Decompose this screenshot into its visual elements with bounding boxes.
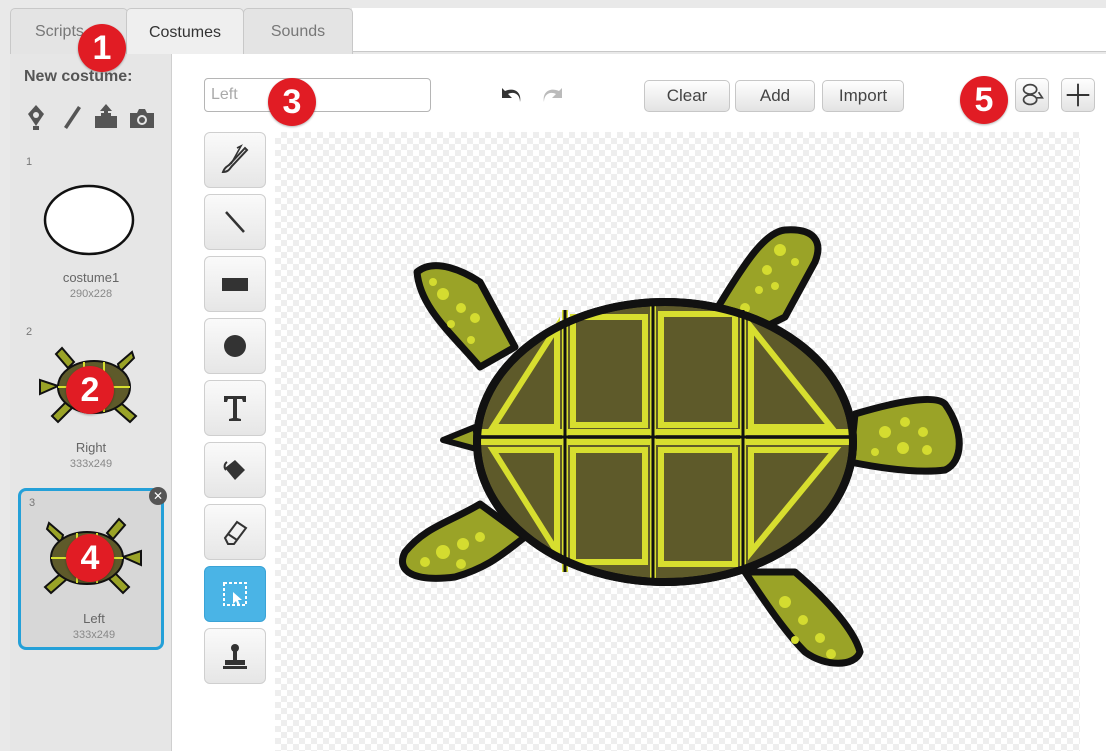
stamp-icon bbox=[223, 644, 247, 669]
callout-marker: 4 bbox=[66, 534, 114, 582]
costume-name: Right bbox=[75, 440, 107, 455]
costume-name: Left bbox=[83, 611, 105, 626]
set-center-icon bbox=[1022, 83, 1044, 106]
camera-icon[interactable] bbox=[128, 102, 156, 132]
ellipse-icon bbox=[224, 335, 246, 357]
clear-button[interactable]: Clear bbox=[644, 80, 730, 112]
redo-button[interactable] bbox=[536, 80, 572, 112]
eraser-icon bbox=[223, 520, 248, 545]
crosshair-button[interactable] bbox=[1061, 78, 1095, 112]
fill-icon bbox=[223, 460, 245, 480]
drawing-canvas[interactable] bbox=[275, 132, 1080, 751]
callout-marker: 5 bbox=[960, 76, 1008, 124]
rectangle-icon bbox=[222, 278, 248, 291]
text-icon bbox=[224, 396, 246, 421]
paint-new-icon[interactable] bbox=[58, 102, 86, 132]
costume-item[interactable]: 1 costume1 290x228 bbox=[18, 150, 164, 308]
costume-number: 1 bbox=[26, 156, 33, 168]
callout-marker: 1 bbox=[78, 24, 126, 72]
scratch-costume-editor: Scripts Sounds Costumes New costume: 1 c… bbox=[0, 0, 1106, 751]
stamp-tool[interactable] bbox=[204, 628, 266, 684]
select-icon bbox=[223, 582, 247, 606]
text-tool[interactable] bbox=[204, 380, 266, 436]
paint-editor: Clear Add Import bbox=[172, 54, 1106, 751]
undo-button[interactable] bbox=[492, 80, 528, 112]
redo-icon bbox=[543, 88, 562, 102]
callout-marker: 2 bbox=[66, 366, 114, 414]
costume-size: 333x249 bbox=[72, 629, 116, 641]
tab-bar: Scripts Sounds Costumes bbox=[0, 0, 1106, 56]
import-button[interactable]: Import bbox=[822, 80, 904, 112]
line-icon bbox=[225, 211, 245, 233]
eraser-tool[interactable] bbox=[204, 504, 266, 560]
delete-costume-icon[interactable]: ✕ bbox=[149, 487, 167, 505]
crosshair-icon bbox=[1066, 83, 1090, 107]
paint-from-library-icon[interactable] bbox=[22, 102, 50, 132]
costume-size: 290x228 bbox=[69, 288, 113, 300]
costume-name-input[interactable] bbox=[204, 78, 431, 112]
turtle-costume-drawing bbox=[399, 226, 963, 667]
fill-tool[interactable] bbox=[204, 442, 266, 498]
rectangle-tool[interactable] bbox=[204, 256, 266, 312]
costume-number: 3 bbox=[29, 497, 36, 509]
callout-marker: 3 bbox=[268, 78, 316, 126]
ellipse-tool[interactable] bbox=[204, 318, 266, 374]
brush-tool[interactable] bbox=[204, 132, 266, 188]
set-costume-center-button[interactable] bbox=[1015, 78, 1049, 112]
tab-strip bbox=[352, 8, 1106, 52]
add-button[interactable]: Add bbox=[735, 80, 815, 112]
select-tool[interactable] bbox=[204, 566, 266, 622]
costume-size: 333x249 bbox=[69, 458, 113, 470]
costume-name: costume1 bbox=[62, 270, 120, 285]
costume-number: 2 bbox=[26, 326, 33, 338]
new-costume-label: New costume: bbox=[24, 68, 133, 85]
upload-icon[interactable] bbox=[92, 102, 120, 132]
costume-thumbnail bbox=[43, 184, 135, 256]
tab-costumes[interactable]: Costumes bbox=[126, 8, 244, 56]
line-tool[interactable] bbox=[204, 194, 266, 250]
tab-sounds[interactable]: Sounds bbox=[243, 8, 353, 54]
brush-icon bbox=[221, 144, 249, 174]
undo-icon bbox=[502, 88, 521, 102]
